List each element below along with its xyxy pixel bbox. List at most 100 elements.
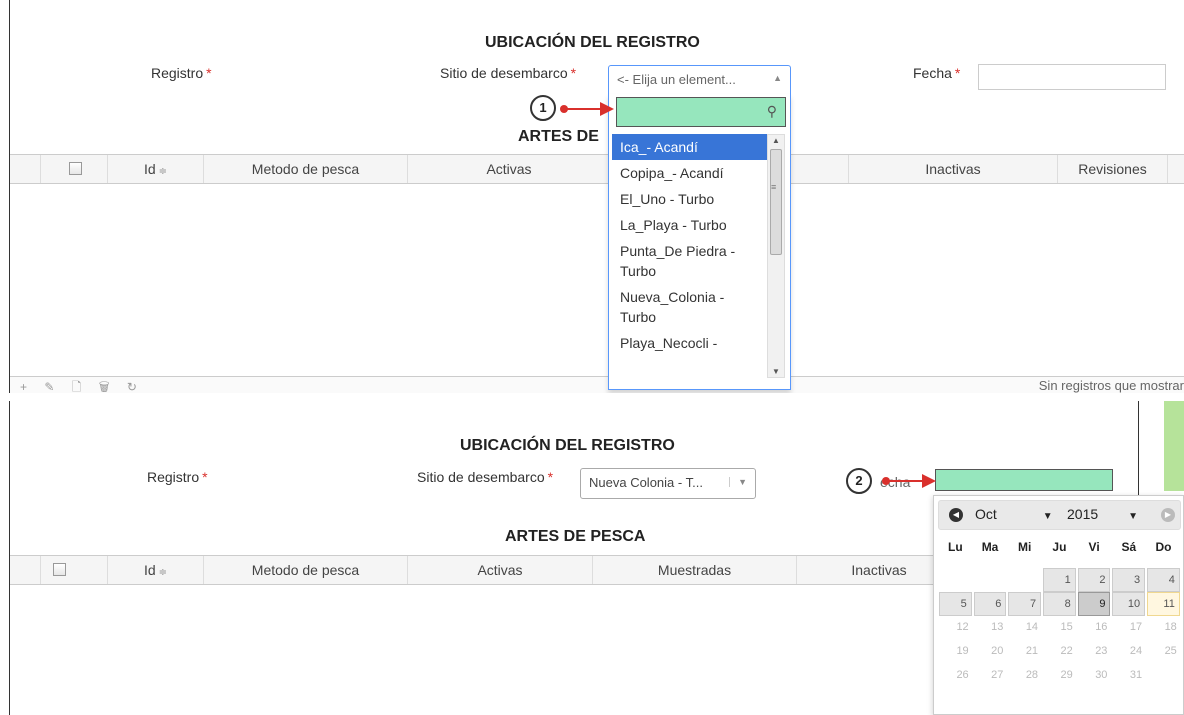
prev-month-icon[interactable]: ◀ xyxy=(949,508,963,522)
calendar-day[interactable]: 6 xyxy=(973,592,1007,616)
grid-col-muestradas[interactable]: Muestradas xyxy=(593,556,797,584)
grid-col-metodo[interactable]: Metodo de pesca xyxy=(204,556,408,584)
grid-col-select-all[interactable] xyxy=(41,155,108,183)
weekday-label: Vi xyxy=(1088,540,1100,554)
grid-col-id[interactable]: Id ≑ xyxy=(108,556,204,584)
chevron-up-icon: ▲ xyxy=(773,73,782,83)
grid-col-blank xyxy=(10,556,41,584)
select-all-checkbox[interactable] xyxy=(69,162,82,175)
dropdown-item[interactable]: Ica_- Acandí xyxy=(612,134,767,160)
sitio-select[interactable]: <- Elija un element... ▲ xyxy=(608,65,791,94)
grid-col-id[interactable]: Id ≑ xyxy=(108,155,204,183)
calendar-week: 5 6 7 8 9 10 11 xyxy=(938,592,1181,616)
next-month-icon[interactable]: ▶ xyxy=(1161,508,1175,522)
weekday-label: Do xyxy=(1155,540,1172,554)
sitio-dropdown[interactable]: ⚲ Ica_- Acandí Copipa_- Acandí El_Uno - … xyxy=(608,94,791,390)
calendar-day-empty xyxy=(1007,568,1042,592)
registro-label-text: Registro xyxy=(147,469,200,485)
fecha-label-text: Fecha xyxy=(913,65,952,81)
datepicker-header: ◀ Oct ▼ 2015 ▼ ▶ xyxy=(938,500,1181,530)
dropdown-item[interactable]: El_Uno - Turbo xyxy=(612,186,767,212)
pager-status-text: Sin registros que mostrar xyxy=(1038,378,1184,393)
sitio-select-placeholder: <- Elija un element... xyxy=(617,72,736,87)
col-id-label: Id xyxy=(143,161,156,177)
grid-col-revisiones[interactable]: Revisiones xyxy=(1058,155,1168,183)
section-title-ubicacion: UBICACIÓN DEL REGISTRO xyxy=(460,437,675,454)
weekday-header: Lu Ma Mi Ju Vi Sá Do xyxy=(938,540,1181,554)
weekday-label: Mi xyxy=(1018,540,1032,554)
weekday-label: Ma xyxy=(981,540,999,554)
calendar-day[interactable]: 10 xyxy=(1112,592,1146,616)
calendar-week: 26 27 28 29 30 31 xyxy=(938,664,1181,688)
dropdown-item[interactable]: Copipa_- Acandí xyxy=(612,160,767,186)
sort-icon: ≑ xyxy=(158,166,168,177)
fecha-input[interactable] xyxy=(978,64,1166,90)
required-mark: * xyxy=(206,65,212,81)
calendar-day-empty xyxy=(1146,664,1181,688)
calendar-grid: 1 2 3 4 5 6 7 8 9 10 11 12 13 14 15 16 1… xyxy=(938,568,1181,688)
calendar-day[interactable]: 2 xyxy=(1077,568,1111,592)
green-side-bar xyxy=(1164,401,1184,491)
callout-badge-1: 1 xyxy=(530,95,556,121)
calendar-day-disabled: 29 xyxy=(1060,669,1073,681)
calendar-day[interactable]: 7 xyxy=(1008,592,1042,616)
calendar-day-disabled: 25 xyxy=(1164,645,1177,657)
calendar-day[interactable]: 5 xyxy=(939,592,972,616)
month-select[interactable]: Oct ▼ xyxy=(975,506,1053,522)
calendar-day[interactable]: 3 xyxy=(1112,568,1146,592)
sitio-label: Sitio de desembarco * xyxy=(440,65,576,81)
scrollbar-thumb[interactable] xyxy=(770,149,782,255)
registro-label: Registro * xyxy=(147,469,208,485)
section-title-ubicacion: UBICACIÓN DEL REGISTRO xyxy=(485,34,700,51)
chevron-down-icon: ▼ xyxy=(729,477,747,487)
calendar-day-disabled: 21 xyxy=(1025,645,1039,657)
callout-badge-2: 2 xyxy=(846,468,872,494)
calendar-day-disabled: 23 xyxy=(1095,645,1108,657)
calendar-day-disabled: 14 xyxy=(1025,621,1039,633)
year-select[interactable]: 2015 ▼ xyxy=(1067,506,1138,522)
dropdown-search-input[interactable]: ⚲ xyxy=(616,97,786,127)
calendar-day-disabled: 18 xyxy=(1164,621,1177,633)
fecha-input[interactable] xyxy=(935,469,1113,491)
grid-col-metodo[interactable]: Metodo de pesca xyxy=(204,155,408,183)
dropdown-item[interactable]: La_Playa - Turbo xyxy=(612,212,767,238)
calendar-day-disabled: 17 xyxy=(1129,621,1143,633)
sitio-label-text: Sitio de desembarco xyxy=(440,65,568,81)
dropdown-item[interactable]: Punta_De Piedra - Turbo xyxy=(612,238,767,284)
screenshot-panel-1: UBICACIÓN DEL REGISTRO Registro * Sitio d… xyxy=(0,0,1184,393)
pager-toolbar-icons[interactable]: + ✎ 🗋 🗑 ↻ xyxy=(20,378,144,393)
scroll-down-icon[interactable]: ▼ xyxy=(772,367,780,376)
sitio-select-value: Nueva Colonia - T... xyxy=(589,475,703,490)
calendar-day-selected[interactable]: 9 xyxy=(1077,592,1111,616)
grid-col-blank xyxy=(10,155,41,183)
dropdown-item[interactable]: Nueva_Colonia - Turbo xyxy=(612,284,767,330)
select-all-checkbox[interactable] xyxy=(53,563,66,576)
calendar-day-disabled: 12 xyxy=(956,621,969,633)
scroll-up-icon[interactable]: ▲ xyxy=(772,136,780,145)
left-border xyxy=(9,0,10,393)
calendar-day[interactable]: 8 xyxy=(1043,592,1076,616)
weekday-label: Sá xyxy=(1121,540,1137,554)
registro-label: Registro * xyxy=(151,65,212,81)
chevron-down-icon: ▼ xyxy=(1042,511,1053,522)
grid-header: Id ≑ Metodo de pesca Activas Inactivas Re… xyxy=(10,154,1184,184)
calendar-day-disabled: 27 xyxy=(991,669,1004,681)
calendar-day-disabled: 22 xyxy=(1060,645,1073,657)
dropdown-item[interactable]: Playa_Necocli - xyxy=(612,330,767,356)
calendar-day-empty xyxy=(973,568,1008,592)
dropdown-scrollbar[interactable]: ▲ ≡ ▼ xyxy=(767,134,785,378)
calendar-day-disabled: 13 xyxy=(991,621,1004,633)
sitio-select[interactable]: Nueva Colonia - T... ▼ xyxy=(580,468,756,499)
sort-icon: ≑ xyxy=(158,567,168,578)
sitio-label: Sitio de desembarco * xyxy=(417,469,553,485)
grid-col-activas[interactable]: Activas xyxy=(408,556,593,584)
calendar-day[interactable]: 4 xyxy=(1147,568,1180,592)
grid-col-select-all[interactable] xyxy=(41,556,108,584)
grid-col-inactivas[interactable]: Inactivas xyxy=(849,155,1058,183)
screenshot-panel-2: UBICACIÓN DEL REGISTRO Registro * Sitio d… xyxy=(0,401,1184,715)
calendar-day-today[interactable]: 11 xyxy=(1147,592,1180,616)
grid-col-activas[interactable]: Activas xyxy=(408,155,611,183)
dropdown-list[interactable]: Ica_- Acandí Copipa_- Acandí El_Uno - Tu… xyxy=(612,134,767,356)
datepicker[interactable]: ◀ Oct ▼ 2015 ▼ ▶ Lu Ma Mi Ju Vi Sá Do 1 2 xyxy=(933,495,1184,715)
calendar-day[interactable]: 1 xyxy=(1043,568,1076,592)
